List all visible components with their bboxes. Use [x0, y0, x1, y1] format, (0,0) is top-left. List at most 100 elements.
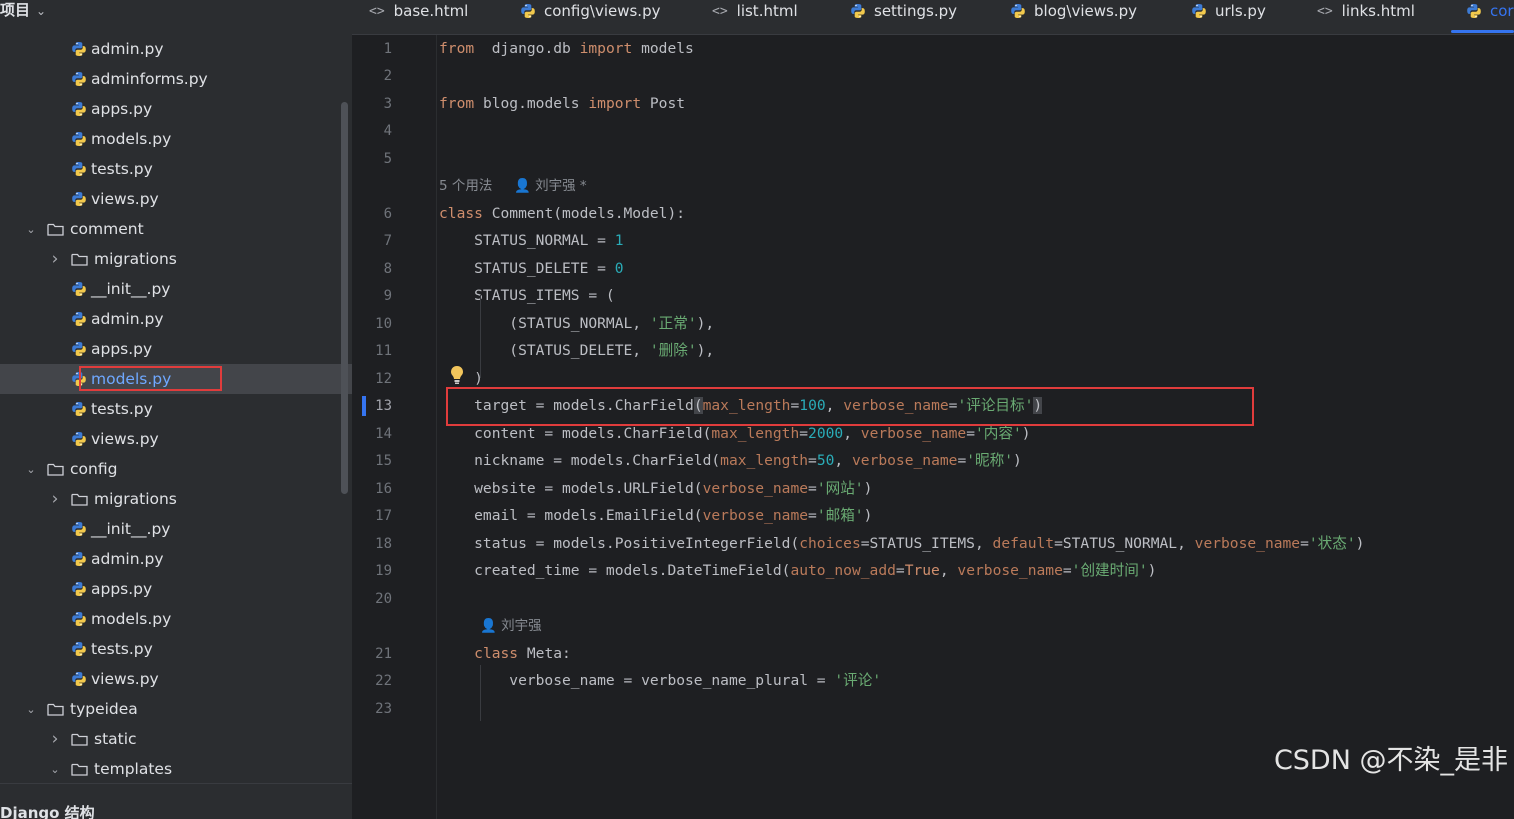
editor-tab[interactable]: <> list.html	[712, 0, 798, 22]
code-line[interactable]: class Comment(models.Model):	[439, 204, 685, 224]
tree-folder[interactable]: › migrations	[0, 484, 352, 514]
author-hint-meta[interactable]: 👤 刘宇强	[480, 616, 542, 636]
django-structure-panel[interactable]: Django 结构	[0, 783, 352, 819]
code-token: created_time = models.DateTimeField(	[439, 562, 791, 579]
tree-item-label: models.py	[91, 130, 172, 148]
tree-folder[interactable]: ⌄ typeidea	[0, 694, 352, 724]
python-file-icon	[72, 522, 86, 536]
editor-tab[interactable]: settings.py	[850, 0, 957, 22]
tree-folder[interactable]: ⌄ comment	[0, 214, 352, 244]
author-hint[interactable]: 👤 刘宇强 *	[514, 176, 587, 196]
html-file-icon: <>	[712, 3, 728, 19]
editor-tab[interactable]: cor	[1466, 0, 1514, 22]
chevron-right-icon[interactable]: ›	[48, 489, 62, 509]
tree-file[interactable]: __init__.py	[0, 514, 352, 544]
code-token: (STATUS_DELETE,	[439, 342, 650, 359]
chevron-right-icon[interactable]: ›	[48, 729, 62, 749]
code-line[interactable]: created_time = models.DateTimeField(auto…	[439, 561, 1156, 581]
python-file-icon	[72, 432, 86, 446]
code-editor[interactable]: 1 2 3 4 5 6 7 8 9 10 11 12 13 14 15 16 17 18 19 20 21 22 23 fr…	[352, 35, 1514, 819]
tree-folder[interactable]: ⌄ config	[0, 454, 352, 484]
code-line[interactable]: email = models.EmailField(verbose_name='…	[439, 506, 872, 526]
code-token: 1	[614, 232, 624, 249]
editor-tab[interactable]: urls.py	[1191, 0, 1266, 22]
code-line[interactable]: status = models.PositiveIntegerField(cho…	[439, 534, 1364, 554]
tree-file[interactable]: adminforms.py	[0, 64, 352, 94]
editor-tab[interactable]: blog\views.py	[1010, 0, 1137, 22]
code-line[interactable]: nickname = models.CharField(max_length=5…	[439, 451, 1022, 471]
code-token: ),	[696, 342, 715, 359]
tree-folder[interactable]: › static	[0, 724, 352, 754]
chevron-down-icon[interactable]: ⌄	[24, 463, 38, 476]
code-line[interactable]: from django.db import models	[439, 39, 694, 59]
folder-icon	[71, 763, 88, 776]
tree-file[interactable]: __init__.py	[0, 274, 352, 304]
code-token: max_length	[711, 425, 800, 442]
code-token: )	[1013, 452, 1022, 469]
usage-hint[interactable]: 5 个用法	[439, 176, 492, 196]
project-panel-header[interactable]: 项目 ⌄	[0, 0, 352, 22]
tree-file[interactable]: admin.py	[0, 544, 352, 574]
code-token: verbose_name	[702, 507, 809, 524]
tree-item-label: views.py	[91, 430, 159, 448]
tree-file[interactable]: models.py	[0, 604, 352, 634]
tree-file[interactable]: tests.py	[0, 394, 352, 424]
code-token: =STATUS_NORMAL,	[1054, 535, 1195, 552]
code-line[interactable]: class Meta:	[439, 644, 571, 664]
tree-file[interactable]: views.py	[0, 424, 352, 454]
tab-label: base.html	[393, 2, 469, 20]
code-token: verbose_name	[860, 425, 967, 442]
line-number: 22	[375, 673, 392, 689]
tree-file[interactable]: apps.py	[0, 334, 352, 364]
tree-file[interactable]: models.py	[0, 124, 352, 154]
line-number: 10	[375, 316, 392, 332]
editor-tab[interactable]: <> base.html	[369, 0, 468, 22]
tree-file[interactable]: tests.py	[0, 634, 352, 664]
tree-item-label: comment	[70, 220, 144, 238]
editor-tab[interactable]: config\views.py	[520, 0, 660, 22]
tree-file[interactable]: views.py	[0, 184, 352, 214]
chevron-down-icon[interactable]: ⌄	[24, 703, 38, 716]
code-token: )	[1147, 562, 1157, 579]
code-line[interactable]: content = models.CharField(max_length=20…	[439, 424, 1030, 444]
highlight-line-box	[446, 387, 1254, 426]
code-line[interactable]: verbose_name = verbose_name_plural = '评论…	[439, 671, 881, 691]
chevron-right-icon[interactable]: ›	[48, 249, 62, 269]
lightbulb-icon[interactable]	[450, 365, 464, 385]
tree-item-label: config	[70, 460, 118, 478]
chevron-down-icon[interactable]: ⌄	[36, 4, 46, 18]
tree-file[interactable]: admin.py	[0, 304, 352, 334]
tree-folder[interactable]: ⌄ templates	[0, 754, 352, 784]
chevron-down-icon[interactable]: ⌄	[48, 763, 62, 776]
code-token: =STATUS_ITEMS,	[860, 535, 993, 552]
code-line[interactable]: from blog.models import Post	[439, 94, 685, 114]
tree-file[interactable]: views.py	[0, 664, 352, 694]
code-line[interactable]: STATUS_ITEMS = (	[439, 286, 615, 306]
folder-icon	[47, 703, 64, 716]
code-token: status = models.PositiveIntegerField(	[439, 535, 800, 552]
watermark: CSDN @不染_是非	[1273, 745, 1508, 776]
indent-guide	[480, 295, 481, 378]
tab-label: settings.py	[874, 2, 957, 20]
python-file-icon	[851, 4, 865, 18]
chevron-down-icon[interactable]: ⌄	[24, 223, 38, 236]
code-token: ),	[696, 315, 715, 332]
tree-file[interactable]: apps.py	[0, 94, 352, 124]
tree-folder[interactable]: › migrations	[0, 244, 352, 274]
tree-file[interactable]: apps.py	[0, 574, 352, 604]
tree-file[interactable]: admin.py	[0, 34, 352, 64]
code-token: Post	[641, 95, 686, 112]
python-file-icon	[72, 42, 86, 56]
tree-file[interactable]: tests.py	[0, 154, 352, 184]
tree-item-label: apps.py	[91, 100, 153, 118]
code-line[interactable]: STATUS_NORMAL = 1	[439, 231, 624, 251]
sidebar-scrollbar[interactable]	[341, 102, 348, 494]
code-line[interactable]: website = models.URLField(verbose_name='…	[439, 479, 872, 499]
code-line[interactable]: STATUS_DELETE = 0	[439, 259, 623, 279]
editor-tab[interactable]: <> links.html	[1317, 0, 1415, 22]
code-token: 50	[816, 452, 835, 469]
line-number: 1	[383, 41, 392, 57]
line-number: 18	[375, 536, 392, 552]
python-file-icon	[72, 582, 86, 596]
python-file-icon	[72, 312, 86, 326]
